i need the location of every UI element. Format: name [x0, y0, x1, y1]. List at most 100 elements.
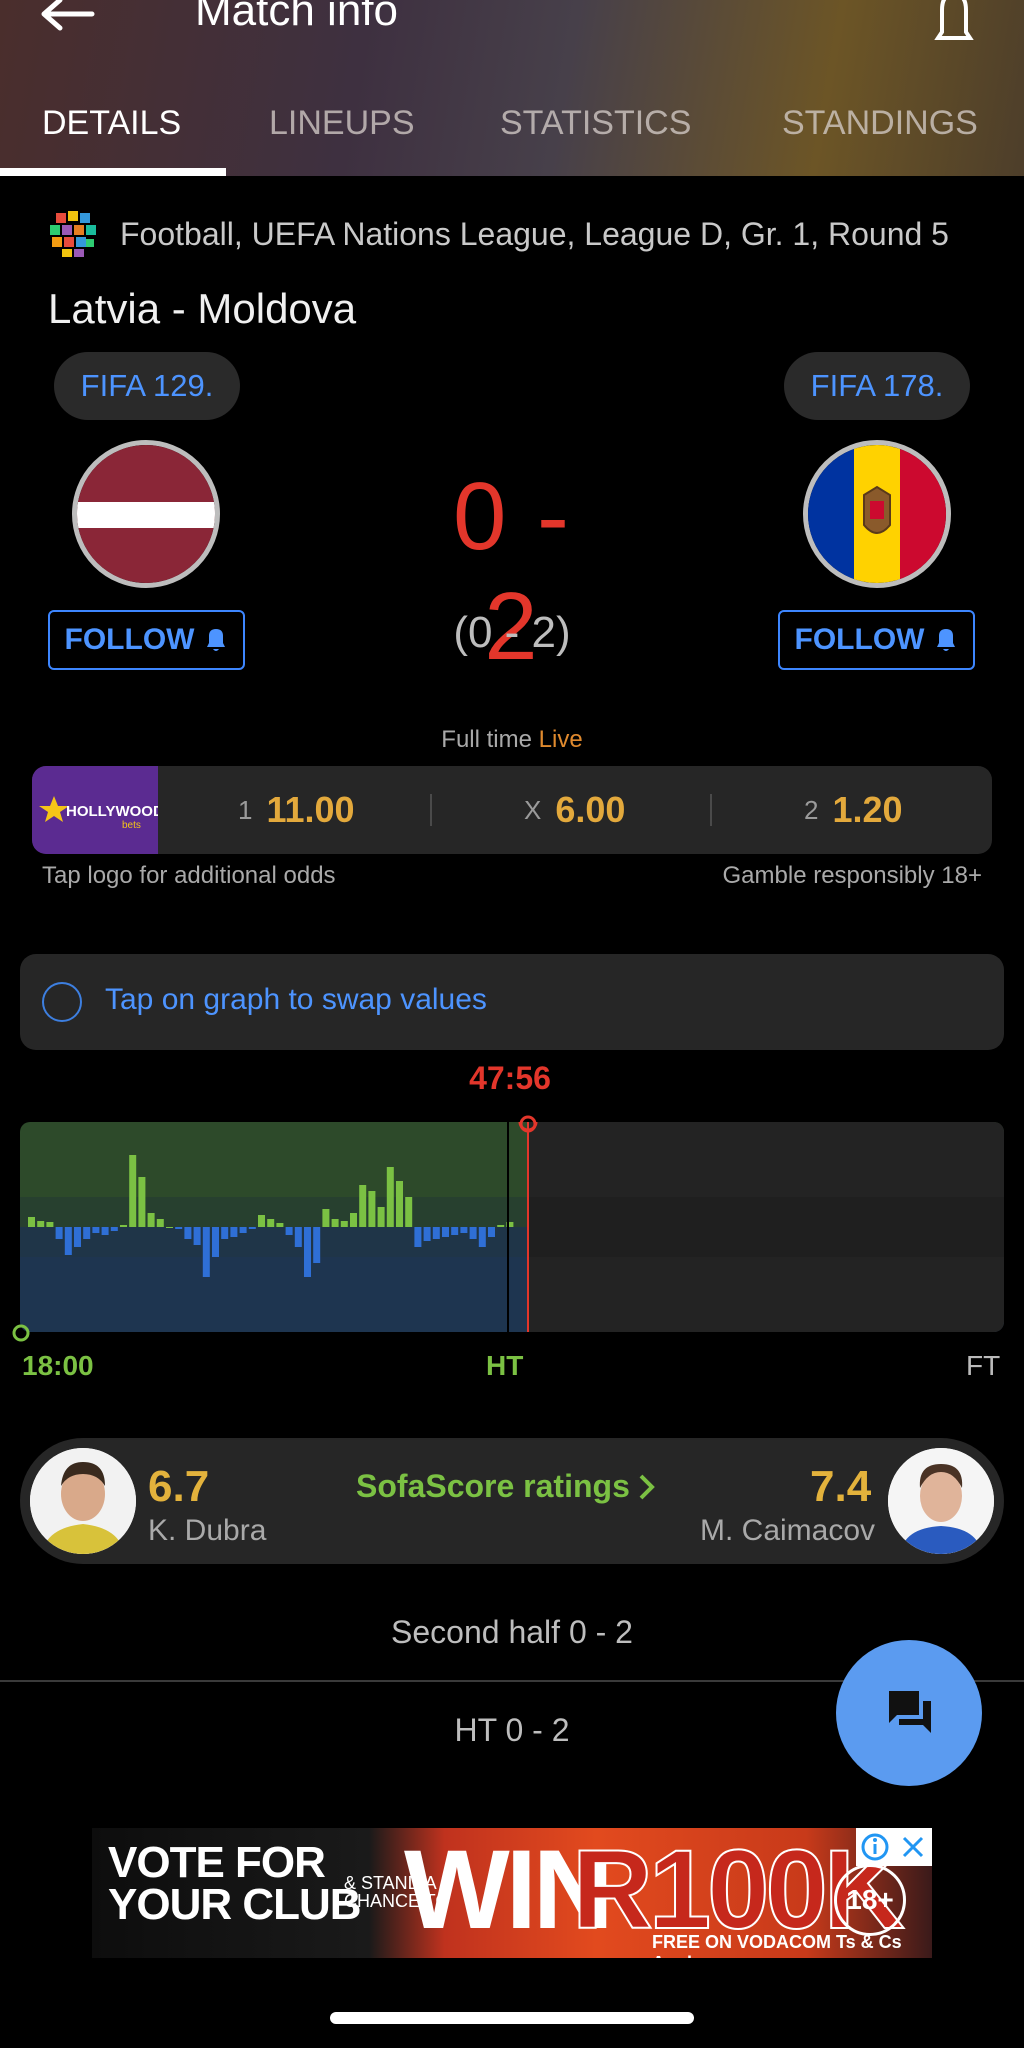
- odds-draw-key: X: [524, 794, 542, 825]
- away-player-avatar[interactable]: [888, 1448, 994, 1554]
- momentum-bar: [451, 1227, 459, 1235]
- active-tab-indicator: [0, 168, 226, 176]
- momentum-bar: [294, 1227, 302, 1247]
- momentum-bar: [55, 1227, 63, 1239]
- swap-label: Tap on graph to swap values: [105, 983, 487, 1016]
- odds-home-key: 1: [238, 794, 253, 825]
- ad-age-badge: 18+: [834, 1864, 906, 1936]
- match-clock: 47:56: [469, 1060, 551, 1096]
- ad-controls: [856, 1828, 932, 1866]
- follow-away-label: FOLLOW: [794, 623, 925, 656]
- momentum-bar: [28, 1217, 35, 1227]
- home-player-name: K. Dubra: [148, 1514, 267, 1547]
- odds-away-key: 2: [804, 794, 819, 825]
- page-title: Match info: [195, 0, 398, 35]
- momentum-bar: [368, 1191, 376, 1227]
- momentum-bar: [267, 1219, 275, 1227]
- momentum-bar: [322, 1209, 330, 1227]
- bell-icon: [934, 0, 974, 40]
- momentum-bar: [377, 1207, 385, 1227]
- momentum-bar: [166, 1227, 173, 1228]
- league-logo-icon: [50, 211, 96, 257]
- away-fifa-rank: FIFA 178.: [784, 352, 970, 420]
- momentum-bar: [175, 1227, 183, 1229]
- momentum-bar: [230, 1227, 238, 1237]
- momentum-bar: [147, 1213, 155, 1227]
- momentum-bar: [258, 1215, 265, 1227]
- momentum-bar: [359, 1185, 367, 1227]
- home-team-flag[interactable]: [72, 440, 220, 588]
- odds-away[interactable]: 2 1.20: [804, 766, 903, 854]
- ad-line-1: VOTE FOR: [108, 1838, 326, 1887]
- odds-home[interactable]: 1 11.00: [238, 766, 355, 854]
- home-indicator[interactable]: [330, 2012, 694, 2024]
- momentum-bar: [202, 1227, 210, 1277]
- away-player-rating: 7.4: [810, 1462, 872, 1511]
- halftime-score: (0 - 2): [453, 608, 571, 657]
- odds-draw[interactable]: X 6.00: [524, 766, 625, 854]
- momentum-bar: [442, 1227, 449, 1237]
- momentum-bar: [37, 1221, 45, 1227]
- ratings-link-label: SofaScore ratings: [356, 1468, 630, 1504]
- bookmaker-logo-text: HOLLYWOOD: [66, 803, 158, 820]
- odds-divider: [430, 794, 432, 826]
- swap-values-toggle[interactable]: Tap on graph to swap values: [20, 954, 1004, 1050]
- away-team-flag[interactable]: [803, 440, 951, 588]
- momentum-bar: [120, 1225, 127, 1227]
- league-name[interactable]: Football, UEFA Nations League, League D,…: [120, 216, 949, 253]
- momentum-bar: [478, 1227, 486, 1247]
- swap-radio[interactable]: [42, 982, 82, 1022]
- momentum-bar: [248, 1227, 256, 1229]
- momentum-bar: [405, 1197, 413, 1227]
- momentum-bar: [304, 1227, 311, 1277]
- sofascore-ratings-bar[interactable]: 6.7 K. Dubra SofaScore ratings 7.4 M. Ca…: [20, 1438, 1004, 1564]
- odds-note-right: Gamble responsibly 18+: [722, 862, 982, 889]
- momentum-bar: [285, 1227, 293, 1235]
- momentum-bar: [64, 1227, 72, 1255]
- tab-standings[interactable]: STANDINGS: [782, 104, 978, 143]
- odds-draw-value: 6.00: [555, 789, 626, 830]
- momentum-bar: [497, 1225, 505, 1227]
- momentum-graph[interactable]: [20, 1122, 1004, 1332]
- chat-button[interactable]: [836, 1640, 982, 1786]
- odds-panel: HOLLYWOOD bets 1 11.00 X 6.00 2 1.20: [32, 766, 992, 854]
- follow-home-button[interactable]: FOLLOW: [48, 610, 245, 670]
- follow-away-button[interactable]: FOLLOW: [778, 610, 975, 670]
- away-player-name: M. Caimacov: [700, 1514, 876, 1547]
- home-player-avatar[interactable]: [30, 1448, 136, 1554]
- bell-icon: [207, 629, 226, 651]
- momentum-bar: [212, 1227, 219, 1257]
- bell-icon: [937, 629, 956, 651]
- sofascore-ratings-link[interactable]: SofaScore ratings: [356, 1468, 656, 1505]
- status-text: Full time: [441, 726, 532, 753]
- momentum-bar: [414, 1227, 422, 1247]
- chat-icon: [889, 1691, 931, 1733]
- tab-details[interactable]: DETAILS: [42, 104, 181, 143]
- momentum-bar: [350, 1213, 357, 1227]
- home-fifa-rank: FIFA 129.: [54, 352, 240, 420]
- notification-bell-button[interactable]: [924, 0, 984, 44]
- ad-footer: FREE ON VODACOM Ts & Cs Apply: [652, 1932, 902, 1958]
- momentum-bar: [92, 1227, 100, 1233]
- live-badge: Live: [538, 726, 583, 753]
- bookmaker-logo-subtext: bets: [122, 820, 141, 831]
- ad-text: VOTE FOR YOUR CLUB: [108, 1838, 362, 1927]
- tab-lineups[interactable]: LINEUPS: [269, 104, 415, 143]
- info-icon[interactable]: [860, 1832, 890, 1862]
- momentum-bar: [83, 1227, 91, 1239]
- momentum-bar: [138, 1177, 146, 1227]
- match-status: Full time Live: [0, 726, 1024, 754]
- momentum-bar: [101, 1227, 109, 1235]
- tab-statistics[interactable]: STATISTICS: [500, 104, 691, 143]
- momentum-bar: [313, 1227, 321, 1263]
- momentum-bar: [460, 1227, 468, 1233]
- momentum-bar: [423, 1227, 431, 1241]
- bookmaker-logo[interactable]: HOLLYWOOD bets: [32, 766, 158, 854]
- close-icon[interactable]: [898, 1832, 928, 1862]
- momentum-bar: [184, 1227, 192, 1239]
- clock-marker-icon: [519, 1115, 537, 1133]
- back-button[interactable]: [40, 0, 100, 36]
- match-name: Latvia - Moldova: [48, 285, 357, 332]
- advertisement-banner[interactable]: VOTE FOR YOUR CLUB & STAND A CHANCE TO W…: [92, 1828, 932, 1958]
- momentum-bar: [74, 1227, 81, 1247]
